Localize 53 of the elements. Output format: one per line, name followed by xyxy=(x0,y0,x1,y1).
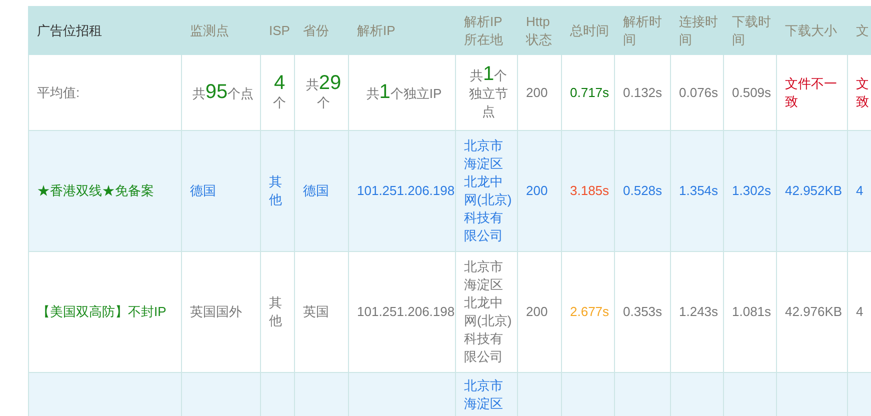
table-cell: 共1个独立节点 xyxy=(456,54,518,130)
table-cell: 200 xyxy=(518,252,562,372)
table-cell: 4 xyxy=(848,130,871,252)
table-cell: 42.952KB xyxy=(776,130,848,252)
table-cell: 文件不一致 xyxy=(776,54,848,130)
table-cell: 北京市海淀区 xyxy=(456,372,518,416)
column-header: 解析IP所在地 xyxy=(456,6,518,54)
table-cell: 北京市海淀区北龙中网(北京)科技有限公司 xyxy=(456,130,518,252)
column-header: 文 xyxy=(848,6,871,54)
table-cell: 0.132s xyxy=(614,54,670,130)
table-cell: 0.353s xyxy=(614,252,670,372)
table-cell: 英国 xyxy=(294,252,348,372)
table-cell: 英国国外 xyxy=(182,252,260,372)
table-cell: 1.302s xyxy=(724,130,776,252)
column-header: ISP xyxy=(260,6,294,54)
table-cell: 101.251.206.198 xyxy=(348,130,456,252)
table-cell: 0.717s xyxy=(562,54,614,130)
table-cell: 0.509s xyxy=(724,54,776,130)
table-cell: 200 xyxy=(518,54,562,130)
table-cell: 101.251.206.198 xyxy=(348,252,456,372)
column-header: Http状态 xyxy=(518,6,562,54)
table-cell: 4 xyxy=(848,252,871,372)
column-header: 解析IP xyxy=(348,6,456,54)
column-header: 总时间 xyxy=(562,6,614,54)
table-cell: 3.185s xyxy=(562,130,614,252)
column-header: 广告位招租 xyxy=(28,6,182,54)
table-cell: 2.677s xyxy=(562,252,614,372)
column-header: 下载时间 xyxy=(724,6,776,54)
table-cell: 共1个独立IP xyxy=(348,54,456,130)
table-cell: 0.528s xyxy=(614,130,670,252)
column-header: 下载大小 xyxy=(776,6,848,54)
column-header: 省份 xyxy=(294,6,348,54)
table-cell: 共29 个 xyxy=(294,54,348,130)
table-cell: 4 个 xyxy=(260,54,294,130)
table-cell: 北京市海淀区北龙中网(北京)科技有限公司 xyxy=(456,252,518,372)
row-label: 平均值: xyxy=(28,54,182,130)
table-cell: 1.354s xyxy=(670,130,724,252)
column-header: 解析时间 xyxy=(614,6,670,54)
column-header: 连接时间 xyxy=(670,6,724,54)
column-header: 监测点 xyxy=(182,6,260,54)
row-label: ★香港双线★免备案 xyxy=(28,130,182,252)
table-cell: 德国 xyxy=(182,130,260,252)
table-cell: 42.976KB xyxy=(776,252,848,372)
table-cell: 1.081s xyxy=(724,252,776,372)
table-cell: 德国 xyxy=(294,130,348,252)
table-cell: 0.076s xyxy=(670,54,724,130)
table-cell: 其他 xyxy=(260,130,294,252)
table-cell: 共95个点 xyxy=(182,54,260,130)
table-cell: 文致 xyxy=(848,54,871,130)
table-cell: 200 xyxy=(518,130,562,252)
table-cell: 其他 xyxy=(260,252,294,372)
table-cell: 1.243s xyxy=(670,252,724,372)
row-label: 【美国双高防】不封IP xyxy=(28,252,182,372)
